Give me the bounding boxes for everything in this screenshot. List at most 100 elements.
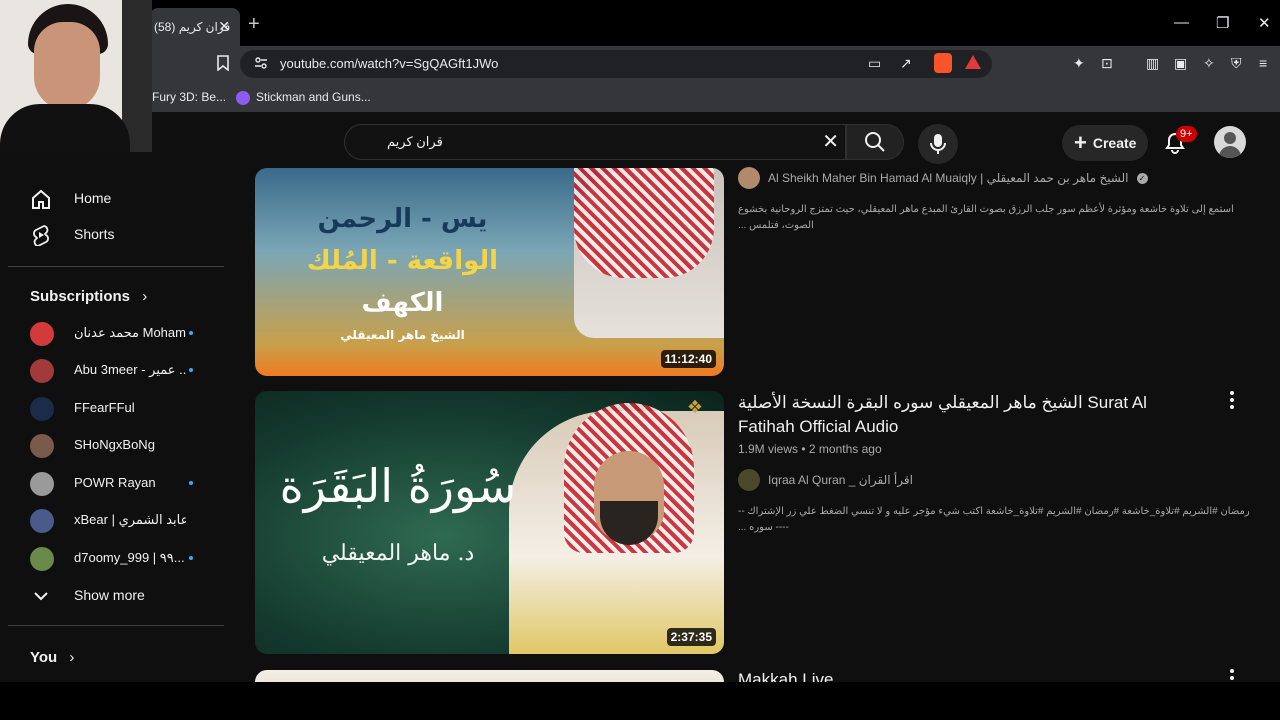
subscription-item[interactable]: FFearFFul: [8, 389, 224, 425]
bookmark-favicon-icon: [236, 90, 250, 105]
new-tab-icon[interactable]: +: [248, 14, 260, 34]
you-heading[interactable]: You ›: [30, 649, 74, 666]
video-title[interactable]: الشيخ ماهر المعيقلي سوره البقرة النسخة ا…: [738, 391, 1188, 439]
channel-avatar: [738, 469, 760, 491]
video-thumbnail[interactable]: سُورَةُ البَقَرَة د. ماهر المعيقلي ❖ 2:3…: [255, 391, 724, 654]
webcam-face: [34, 22, 100, 110]
thumbnail-headscarf: [574, 168, 714, 278]
video-duration: 11:12:40: [660, 350, 716, 368]
sidebar-toggle-icon[interactable]: ▥: [1146, 55, 1159, 72]
webcam-shirt: [0, 104, 130, 152]
restore-icon[interactable]: ❐: [1216, 14, 1229, 32]
thumbnail-title: سُورَةُ البَقَرَة: [279, 459, 517, 513]
you-label: You: [30, 649, 58, 666]
video-thumbnail[interactable]: [255, 670, 724, 682]
create-button[interactable]: + Create: [1062, 125, 1149, 161]
bookmark-item[interactable]: Stickman and Guns...: [236, 90, 371, 105]
search-icon: [865, 132, 885, 152]
plus-icon: +: [1074, 130, 1087, 155]
more-actions-button[interactable]: [1226, 390, 1238, 410]
channel-avatar: [30, 359, 54, 383]
chevron-down-icon: [34, 592, 48, 601]
new-content-dot: [189, 331, 193, 335]
channel-name: Abu 3meer - عمير ...: [74, 362, 186, 377]
search-input[interactable]: قران كريم ✕: [344, 124, 846, 160]
brave-rewards-icon[interactable]: [965, 55, 981, 69]
share-icon[interactable]: ↗: [900, 55, 912, 72]
browser-tab[interactable]: (58) قران كريم ✕: [150, 8, 240, 46]
account-avatar[interactable]: [1214, 126, 1246, 158]
bookmark-icon[interactable]: [216, 55, 230, 74]
thumbnail-text: يس - الرحمن الواقعة - المُلك الكهف الشيخ…: [275, 198, 530, 346]
thumbnail-line: الكهف: [361, 288, 444, 318]
channel-name: FFearFFul: [74, 400, 135, 415]
sidebar-item-shorts[interactable]: Shorts: [8, 216, 224, 252]
thumbnail-line: يس - الرحمن: [317, 204, 488, 234]
tab-close-icon[interactable]: ✕: [218, 18, 230, 35]
meta-separator: •: [801, 442, 809, 456]
minimize-icon[interactable]: —: [1174, 14, 1189, 31]
channel-name: محمد عدنان Moham...: [74, 325, 186, 340]
channel-avatar: [30, 322, 54, 346]
subscription-item[interactable]: xBear | ابو عابد الشمري: [8, 501, 224, 537]
thumbnail-caption: د. ماهر المعيقلي: [321, 541, 475, 566]
sidebar-item-home[interactable]: Home: [8, 180, 224, 216]
show-more-label: Show more: [74, 587, 145, 603]
screen: (58) قران كريم ✕ + — ❐ ✕ youtube.com/wat…: [0, 0, 1280, 720]
subscriptions-label: Subscriptions: [30, 288, 131, 305]
more-actions-button[interactable]: [1226, 668, 1238, 682]
menu-icon[interactable]: ≡: [1259, 55, 1267, 71]
sidebar-divider: [8, 625, 224, 626]
video-description: رمضان #الشريم #تلاوة_خاشعة #رمضان #الشري…: [738, 506, 1250, 533]
subscription-item[interactable]: d7oomy_999 | ٩٩...: [8, 539, 224, 575]
site-info-icon[interactable]: [254, 56, 268, 73]
vpn-icon[interactable]: ⛨: [1231, 55, 1242, 72]
voice-search-button[interactable]: [918, 124, 958, 164]
subscription-item[interactable]: Abu 3meer - عمير ...: [8, 351, 224, 387]
avatar-head: [1224, 132, 1236, 144]
video-thumbnail[interactable]: يس - الرحمن الواقعة - المُلك الكهف الشيخ…: [255, 168, 724, 376]
webcam-overlay: [0, 0, 152, 152]
wallet-icon[interactable]: ▣: [1174, 55, 1187, 72]
address-bar[interactable]: youtube.com/watch?v=SgQAGft1JWo ▭ ↗: [240, 50, 992, 78]
channel-name: SHoNgxBoNg: [74, 437, 155, 452]
video-title[interactable]: Makkah Live: [738, 668, 1188, 682]
video-duration: 2:37:35: [666, 628, 716, 646]
sidebar-divider: [8, 266, 224, 267]
channel-avatar: [30, 509, 54, 533]
subscriptions-heading[interactable]: Subscriptions ›: [30, 288, 147, 305]
shorts-icon: [33, 225, 49, 246]
subscription-item[interactable]: SHoNgxBoNg: [8, 426, 224, 462]
youtube-page: قران كريم ✕ + Create 9+ Home Shorts Subs…: [0, 112, 1280, 682]
cast-icon[interactable]: ▭: [868, 55, 881, 72]
new-content-dot: [189, 368, 193, 372]
channel-name: d7oomy_999 | ٩٩...: [74, 550, 185, 565]
screenshot-icon[interactable]: ⊡: [1101, 55, 1113, 72]
channel-link[interactable]: Al Sheikh Maher Bin Hamad Al Muaiqly | ا…: [738, 166, 1148, 190]
channel-name: Iqraa Al Quran _ اقرأ القران: [768, 473, 913, 487]
bookmark-item[interactable]: Fury 3D: Be...: [152, 90, 226, 104]
channel-avatar: [30, 472, 54, 496]
search-button[interactable]: [846, 124, 904, 160]
verified-icon: ✓: [1136, 172, 1148, 184]
thumbnail-line: الواقعة - المُلك: [306, 246, 499, 276]
channel-link[interactable]: Iqraa Al Quran _ اقرأ القران: [738, 468, 913, 492]
new-content-dot: [189, 481, 193, 485]
window-close-icon[interactable]: ✕: [1258, 14, 1271, 32]
sidebar-item-label: Shorts: [74, 226, 115, 242]
brave-shield-icon[interactable]: [934, 53, 952, 73]
subscription-item[interactable]: محمد عدنان Moham...: [8, 314, 224, 350]
channel-avatar: [30, 547, 54, 571]
channel-avatar: [30, 397, 54, 421]
show-more-button[interactable]: Show more: [8, 577, 224, 613]
subscription-item[interactable]: POWR Rayan: [8, 464, 224, 500]
bookmark-label: Stickman and Guns...: [256, 90, 371, 104]
clear-search-icon[interactable]: ✕: [822, 131, 839, 153]
leo-ai-icon[interactable]: ✧: [1203, 55, 1215, 72]
extensions-icon[interactable]: ✦: [1073, 55, 1085, 72]
thumbnail-text: سُورَةُ البَقَرَة د. ماهر المعيقلي: [273, 451, 523, 566]
home-icon: [32, 189, 50, 209]
thumbnail-caption: الشيخ ماهر المعيقلي: [340, 328, 465, 342]
video-description: استمع إلى تلاوة خاشعة ومؤثرة لأعظم سور ج…: [738, 204, 1234, 231]
upload-age: 2 months ago: [808, 442, 882, 456]
